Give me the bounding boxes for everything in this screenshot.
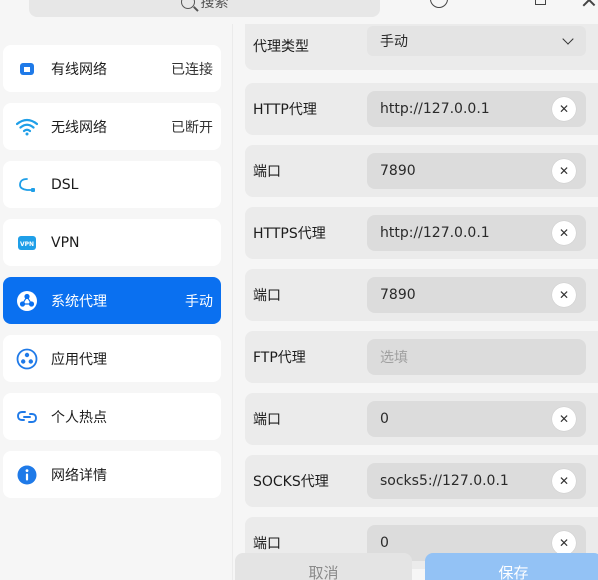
sidebar-item-vpn[interactable]: VPN VPN — [3, 219, 221, 266]
field-label: 端口 — [253, 536, 281, 552]
info-icon — [16, 464, 38, 486]
cancel-button[interactable]: 取消 — [235, 553, 412, 580]
sidebar-item-app-proxy[interactable]: 应用代理 — [3, 335, 221, 382]
sidebar-item-label: 有线网络 — [51, 61, 107, 78]
ftp-proxy-input[interactable]: 选填 — [367, 339, 586, 375]
field-value: http://127.0.0.1 — [380, 225, 490, 241]
https-port-input[interactable]: 7890 ✕ — [367, 277, 586, 313]
proxy-type-value: 手动 — [380, 34, 408, 50]
maximize-button[interactable] — [535, 0, 546, 5]
clear-icon[interactable]: ✕ — [552, 407, 576, 431]
sidebar-item-wired[interactable]: 有线网络 已连接 — [3, 45, 221, 92]
clear-icon[interactable]: ✕ — [552, 531, 576, 555]
save-button[interactable]: 保存 — [425, 553, 598, 580]
field-value: socks5://127.0.0.1 — [380, 473, 509, 489]
field-value: 0 — [380, 411, 389, 427]
sidebar-item-label: 无线网络 — [51, 119, 107, 136]
field-value: 0 — [380, 535, 389, 551]
chevron-down-icon — [562, 33, 574, 45]
clear-icon[interactable]: ✕ — [552, 159, 576, 183]
sidebar-item-label: 系统代理 — [51, 293, 107, 310]
system-proxy-icon — [16, 290, 38, 312]
clear-icon[interactable]: ✕ — [552, 97, 576, 121]
http-port-row: 端口 7890 ✕ — [245, 145, 598, 197]
window-menu-button[interactable] — [430, 0, 448, 8]
dsl-cable-icon — [16, 174, 38, 196]
clear-icon[interactable]: ✕ — [552, 221, 576, 245]
field-value: 7890 — [380, 163, 416, 179]
field-placeholder: 选填 — [380, 350, 408, 366]
svg-text:VPN: VPN — [20, 241, 34, 248]
connection-status: 已连接 — [171, 61, 213, 78]
proxy-settings-panel: 代理类型 手动 HTTP代理 http://127.0.0.1 ✕ 端口 789… — [232, 24, 598, 580]
wifi-icon — [16, 116, 38, 138]
close-button[interactable] — [582, 0, 596, 8]
hotspot-icon — [16, 406, 38, 428]
https-proxy-input[interactable]: http://127.0.0.1 ✕ — [367, 215, 586, 251]
field-value: 7890 — [380, 287, 416, 303]
http-port-input[interactable]: 7890 ✕ — [367, 153, 586, 189]
field-label: SOCKS代理 — [253, 474, 329, 490]
sidebar-item-wireless[interactable]: 无线网络 已断开 — [3, 103, 221, 150]
sidebar-item-system-proxy[interactable]: 系统代理 手动 — [3, 277, 221, 324]
ftp-port-input[interactable]: 0 ✕ — [367, 401, 586, 437]
sidebar-item-label: DSL — [51, 176, 79, 193]
http-proxy-input[interactable]: http://127.0.0.1 ✕ — [367, 91, 586, 127]
app-proxy-icon — [16, 348, 38, 370]
socks-proxy-row: SOCKS代理 socks5://127.0.0.1 ✕ — [245, 455, 598, 507]
sidebar-item-label: 网络详情 — [51, 467, 107, 484]
field-label: FTP代理 — [253, 350, 306, 366]
cancel-button-label: 取消 — [308, 564, 339, 580]
field-label: HTTPS代理 — [253, 226, 326, 242]
save-button-label: 保存 — [498, 564, 529, 580]
field-value: http://127.0.0.1 — [380, 101, 490, 117]
sidebar-item-network-details[interactable]: 网络详情 — [3, 451, 221, 498]
field-label: 端口 — [253, 412, 281, 428]
https-proxy-row: HTTPS代理 http://127.0.0.1 ✕ — [245, 207, 598, 259]
field-label: HTTP代理 — [253, 102, 317, 118]
sidebar-item-label: 个人热点 — [51, 409, 107, 426]
sidebar-item-label: VPN — [51, 234, 80, 251]
sidebar: 有线网络 已连接 无线网络 已断开 DSL VPN VPN 系统代理 手动 应用… — [0, 0, 232, 580]
proxy-mode-status: 手动 — [185, 293, 213, 310]
connection-status: 已断开 — [171, 119, 213, 136]
field-label: 端口 — [253, 288, 281, 304]
proxy-type-select[interactable]: 手动 — [367, 26, 586, 56]
proxy-type-label: 代理类型 — [253, 39, 309, 55]
clear-icon[interactable]: ✕ — [552, 283, 576, 307]
proxy-type-row: 代理类型 手动 — [245, 24, 598, 70]
sidebar-item-hotspot[interactable]: 个人热点 — [3, 393, 221, 440]
sidebar-item-dsl[interactable]: DSL — [3, 161, 221, 208]
ftp-proxy-row: FTP代理 选填 — [245, 331, 598, 383]
wired-network-icon — [16, 58, 38, 80]
ftp-port-row: 端口 0 ✕ — [245, 393, 598, 445]
field-label: 端口 — [253, 164, 281, 180]
socks-proxy-input[interactable]: socks5://127.0.0.1 ✕ — [367, 463, 586, 499]
clear-icon[interactable]: ✕ — [552, 469, 576, 493]
vpn-icon: VPN — [16, 232, 38, 254]
http-proxy-row: HTTP代理 http://127.0.0.1 ✕ — [245, 83, 598, 135]
https-port-row: 端口 7890 ✕ — [245, 269, 598, 321]
sidebar-item-label: 应用代理 — [51, 351, 107, 368]
